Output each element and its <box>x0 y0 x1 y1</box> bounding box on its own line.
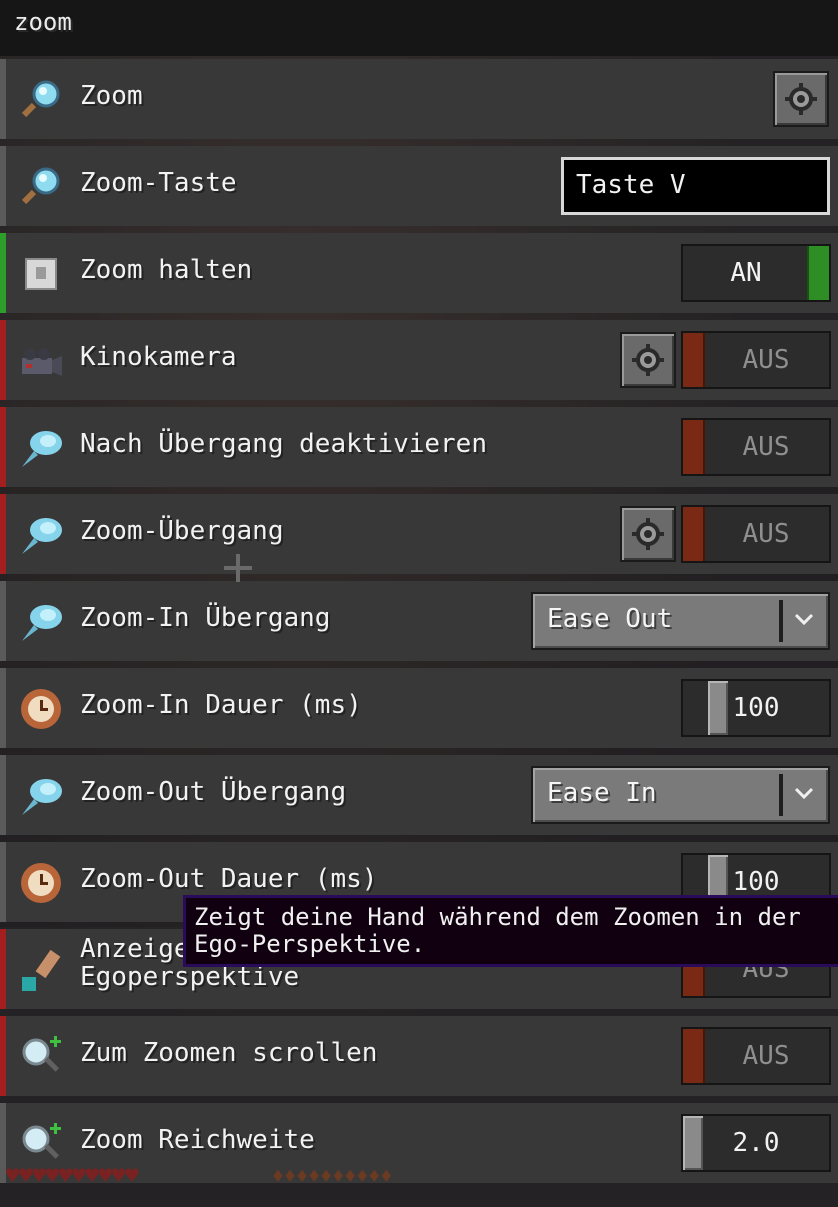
chevron-down-icon <box>794 787 814 800</box>
slider-value: 2.0 <box>732 1128 780 1158</box>
camera-icon <box>22 348 62 376</box>
option-row-cinematic-camera: Kinokamera AUS <box>0 320 838 400</box>
toggle-knob <box>807 246 829 300</box>
toggle-state: AUS <box>742 432 790 462</box>
paper-icon <box>25 258 57 290</box>
magnifier-icon <box>21 167 60 205</box>
option-label: Zoom-Übergang <box>80 516 284 546</box>
slider-value: 100 <box>732 867 780 897</box>
keybind-field[interactable]: Taste V <box>561 157 830 215</box>
toggle-button[interactable]: AN <box>681 244 831 302</box>
chevron-down-icon <box>794 613 814 626</box>
option-row-zoom-out-transition: Zoom-Out Übergang Ease In <box>0 755 838 835</box>
option-label: Kinokamera <box>80 342 237 372</box>
zoom-plus-icon <box>22 1036 61 1072</box>
option-label: Zoom-In Dauer (ms) <box>80 690 362 720</box>
dropdown-separator <box>779 600 783 642</box>
option-row-scroll-to-zoom: Zum Zoomen scrollen AUS <box>0 1016 838 1096</box>
row-stripe <box>0 581 6 661</box>
option-row-hold-zoom: Zoom halten AN <box>0 233 838 313</box>
option-row-zoom-transition: Zoom-Übergang AUS <box>0 494 838 574</box>
toggle-state: AUS <box>742 1041 790 1071</box>
option-label: Zoom-Out Dauer (ms) <box>80 864 378 894</box>
clock-icon <box>21 863 61 903</box>
row-stripe <box>0 668 6 748</box>
option-label: Zoom <box>80 81 143 111</box>
comet-icon <box>22 779 62 815</box>
keybind-value: Taste V <box>576 170 686 200</box>
toggle-state: AUS <box>742 345 790 375</box>
option-row-zoom-in-transition: Zoom-In Übergang Ease Out <box>0 581 838 661</box>
row-stripe-disabled <box>0 929 6 1009</box>
option-row-zoom-in-duration: Zoom-In Dauer (ms) 100 <box>0 668 838 748</box>
crosshair <box>236 554 240 582</box>
dropdown-separator <box>779 774 783 816</box>
gear-icon <box>785 83 817 115</box>
dropdown-value: Ease Out <box>547 604 673 634</box>
comet-icon <box>22 518 62 554</box>
row-stripe <box>0 146 6 226</box>
easing-dropdown[interactable]: Ease Out <box>531 592 830 650</box>
settings-gear-button[interactable] <box>773 71 829 127</box>
option-row-disable-after-transition: Nach Übergang deaktivieren AUS <box>0 407 838 487</box>
gear-icon <box>632 518 664 550</box>
duration-slider[interactable]: 100 <box>681 679 831 737</box>
comet-icon <box>22 605 62 641</box>
magnifier-icon <box>21 80 60 118</box>
clock-icon <box>21 689 61 729</box>
screen-title: zoom <box>14 8 72 36</box>
option-label: Zum Zoomen scrollen <box>80 1038 378 1068</box>
option-label: Zoom halten <box>80 255 253 285</box>
settings-gear-button[interactable] <box>620 332 676 388</box>
row-stripe-enabled <box>0 233 6 313</box>
option-label: Nach Übergang deaktivieren <box>80 429 487 459</box>
row-stripe <box>0 59 6 139</box>
heart-icon: ♥♥♥♥♥♥♥♥♥♥ <box>6 1164 139 1189</box>
toggle-button[interactable]: AUS <box>681 418 831 476</box>
option-label: Zoom Reichweite <box>80 1125 315 1155</box>
row-stripe <box>0 842 6 922</box>
toggle-button[interactable]: AUS <box>681 331 831 389</box>
option-row-zoom: Zoom <box>0 59 838 139</box>
easing-dropdown[interactable]: Ease In <box>531 766 830 824</box>
option-label: Zoom-Taste <box>80 168 237 198</box>
title-bar: zoom <box>0 0 838 56</box>
comet-icon <box>22 431 62 467</box>
settings-gear-button[interactable] <box>620 506 676 562</box>
dropdown-value: Ease In <box>547 778 657 808</box>
row-stripe-disabled <box>0 1016 6 1096</box>
tooltip: Zeigt deine Hand während dem Zoomen in d… <box>183 895 838 967</box>
toggle-button[interactable]: AUS <box>681 505 831 563</box>
option-label: Zoom-In Übergang <box>80 603 331 633</box>
food-icon: ♦♦♦♦♦♦♦♦♦♦ <box>272 1164 393 1188</box>
row-stripe <box>0 755 6 835</box>
gear-icon <box>632 344 664 376</box>
toggle-state: AUS <box>742 519 790 549</box>
row-stripe-disabled <box>0 407 6 487</box>
arm-icon <box>22 949 61 991</box>
game-hud: ♥♥♥♥♥♥♥♥♥♥ ♦♦♦♦♦♦♦♦♦♦ <box>0 1160 838 1207</box>
slider-value: 100 <box>732 693 780 723</box>
toggle-button[interactable]: AUS <box>681 1027 831 1085</box>
option-label: Zoom-Out Übergang <box>80 777 347 807</box>
row-stripe-disabled <box>0 320 6 400</box>
row-stripe-disabled <box>0 494 6 574</box>
option-row-zoom-key: Zoom-Taste Taste V <box>0 146 838 226</box>
